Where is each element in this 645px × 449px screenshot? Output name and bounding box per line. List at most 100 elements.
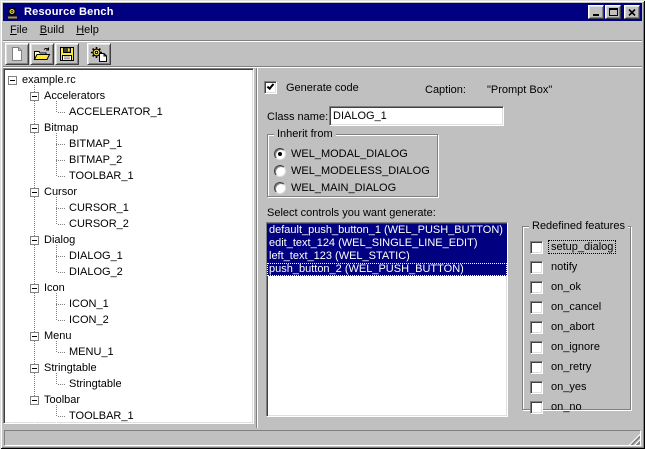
feature-notify[interactable]: notify bbox=[530, 257, 630, 277]
generate-code-checkbox[interactable] bbox=[264, 81, 277, 94]
tree-collapse-icon[interactable] bbox=[30, 188, 39, 197]
minimize-button[interactable] bbox=[588, 5, 604, 19]
feature-on-no[interactable]: on_no bbox=[530, 397, 630, 417]
resource-tree-panel[interactable]: example.rc Accelerators ACCELERATOR_1 Bitma… bbox=[3, 68, 254, 424]
control-list-item[interactable]: push_button_2 (WEL_PUSH_BUTTON) bbox=[267, 263, 507, 276]
redefined-features-group: Redefined features setup_dialognotifyon_… bbox=[522, 226, 631, 410]
tree-item-label[interactable]: Toolbar bbox=[42, 393, 82, 407]
tree-connector-line bbox=[56, 416, 65, 417]
tree-item-label[interactable]: BITMAP_1 bbox=[67, 137, 124, 151]
menu-file[interactable]: File bbox=[4, 22, 34, 39]
checkbox-icon[interactable] bbox=[530, 361, 543, 374]
tree-item-label[interactable]: ACCELERATOR_1 bbox=[67, 105, 165, 119]
tree-collapse-icon[interactable] bbox=[30, 332, 39, 341]
build-button[interactable] bbox=[87, 43, 111, 65]
tree-item-label[interactable]: ICON_1 bbox=[67, 297, 111, 311]
feature-on-retry[interactable]: on_retry bbox=[530, 357, 630, 377]
tree-item-label[interactable]: Accelerators bbox=[42, 89, 107, 103]
tree-item-toolbar[interactable]: Toolbar bbox=[30, 392, 253, 408]
checkbox-icon[interactable] bbox=[530, 301, 543, 314]
titlebar[interactable]: Resource Bench bbox=[3, 3, 642, 21]
control-list-item[interactable]: edit_text_124 (WEL_SINGLE_LINE_EDIT) bbox=[267, 237, 507, 250]
tree-item-menu-1[interactable]: MENU_1 bbox=[52, 344, 253, 360]
close-button[interactable] bbox=[624, 5, 640, 19]
tree-item-example-rc[interactable]: example.rc bbox=[8, 72, 253, 88]
tree-item-dialog[interactable]: Dialog bbox=[30, 232, 253, 248]
checkbox-icon[interactable] bbox=[530, 281, 543, 294]
new-file-button[interactable] bbox=[5, 43, 29, 65]
tree-item-label[interactable]: Dialog bbox=[42, 233, 77, 247]
tree-item-label[interactable]: Stringtable bbox=[42, 361, 99, 375]
tree-item-cursor-2[interactable]: CURSOR_2 bbox=[52, 216, 253, 232]
tree-item-label[interactable]: Menu bbox=[42, 329, 74, 343]
tree-item-bitmap-2[interactable]: BITMAP_2 bbox=[52, 152, 253, 168]
tree-item-label[interactable]: DIALOG_1 bbox=[67, 249, 125, 263]
tree-item-toolbar-1[interactable]: TOOLBAR_1 bbox=[52, 408, 253, 424]
tree-item-label[interactable]: TOOLBAR_1 bbox=[67, 409, 136, 423]
tree-item-menu[interactable]: Menu bbox=[30, 328, 253, 344]
splitter[interactable] bbox=[256, 68, 258, 428]
tree-item-bitmap[interactable]: Bitmap bbox=[30, 120, 253, 136]
checkbox-icon[interactable] bbox=[530, 261, 543, 274]
checkbox-icon[interactable] bbox=[530, 401, 543, 414]
checkbox-icon[interactable] bbox=[530, 321, 543, 334]
tree-item-bitmap-1[interactable]: BITMAP_1 bbox=[52, 136, 253, 152]
tree-item-label[interactable]: CURSOR_2 bbox=[67, 217, 131, 231]
tree-item-icon-1[interactable]: ICON_1 bbox=[52, 296, 253, 312]
control-list-item[interactable]: default_push_button_1 (WEL_PUSH_BUTTON) bbox=[267, 224, 507, 237]
tree-item-label[interactable]: TOOLBAR_1 bbox=[67, 169, 136, 183]
tree-item-icon-2[interactable]: ICON_2 bbox=[52, 312, 253, 328]
tree-item-label[interactable]: CURSOR_1 bbox=[67, 201, 131, 215]
tree-collapse-icon[interactable] bbox=[30, 396, 39, 405]
tree-item-accelerators[interactable]: Accelerators bbox=[30, 88, 253, 104]
tree-item-cursor[interactable]: Cursor bbox=[30, 184, 253, 200]
class-name-input[interactable] bbox=[329, 106, 504, 126]
tree-item-label[interactable]: Icon bbox=[42, 281, 67, 295]
tree-item-label[interactable]: ICON_2 bbox=[67, 313, 111, 327]
feature-on-ignore[interactable]: on_ignore bbox=[530, 337, 630, 357]
feature-on-abort[interactable]: on_abort bbox=[530, 317, 630, 337]
tree-collapse-icon[interactable] bbox=[30, 364, 39, 373]
tree-item-cursor-1[interactable]: CURSOR_1 bbox=[52, 200, 253, 216]
feature-on-cancel[interactable]: on_cancel bbox=[530, 297, 630, 317]
tree-item-dialog-2[interactable]: DIALOG_2 bbox=[52, 264, 253, 280]
tree-item-label[interactable]: Bitmap bbox=[42, 121, 80, 135]
controls-listbox[interactable]: default_push_button_1 (WEL_PUSH_BUTTON)e… bbox=[266, 222, 508, 417]
save-file-button[interactable] bbox=[55, 43, 79, 65]
tree-collapse-icon[interactable] bbox=[30, 236, 39, 245]
tree-item-label[interactable]: BITMAP_2 bbox=[67, 153, 124, 167]
tree-connector-line bbox=[56, 256, 65, 257]
tree-connector-line bbox=[56, 176, 65, 177]
generate-code-row[interactable]: Generate code bbox=[264, 81, 359, 94]
tree-collapse-icon[interactable] bbox=[30, 92, 39, 101]
radio-wel-modal-dialog[interactable]: WEL_MODAL_DIALOG bbox=[274, 145, 437, 162]
tree-collapse-icon[interactable] bbox=[30, 284, 39, 293]
feature-setup-dialog[interactable]: setup_dialog bbox=[530, 237, 630, 257]
checkbox-icon[interactable] bbox=[530, 381, 543, 394]
control-list-item[interactable]: left_text_123 (WEL_STATIC) bbox=[267, 250, 507, 263]
tree-collapse-icon[interactable] bbox=[30, 124, 39, 133]
menu-build[interactable]: Build bbox=[34, 22, 70, 39]
radio-wel-modeless-dialog[interactable]: WEL_MODELESS_DIALOG bbox=[274, 162, 437, 179]
maximize-button[interactable] bbox=[605, 5, 621, 19]
tree-item-label[interactable]: Stringtable bbox=[67, 377, 124, 391]
feature-on-yes[interactable]: on_yes bbox=[530, 377, 630, 397]
checkbox-icon[interactable] bbox=[530, 241, 543, 254]
tree-item-label[interactable]: MENU_1 bbox=[67, 345, 116, 359]
feature-on-ok[interactable]: on_ok bbox=[530, 277, 630, 297]
tree-item-label[interactable]: DIALOG_2 bbox=[67, 265, 125, 279]
tree-item-icon[interactable]: Icon bbox=[30, 280, 253, 296]
checkbox-icon[interactable] bbox=[530, 341, 543, 354]
tree-item-accelerator-1[interactable]: ACCELERATOR_1 bbox=[52, 104, 253, 120]
tree-item-stringtable[interactable]: Stringtable bbox=[52, 376, 253, 392]
generation-panel: Generate code Caption: "Prompt Box" Clas… bbox=[260, 68, 642, 428]
tree-item-stringtable[interactable]: Stringtable bbox=[30, 360, 253, 376]
tree-item-dialog-1[interactable]: DIALOG_1 bbox=[52, 248, 253, 264]
tree-collapse-icon[interactable] bbox=[8, 76, 17, 85]
tree-item-toolbar-1[interactable]: TOOLBAR_1 bbox=[52, 168, 253, 184]
menu-help[interactable]: Help bbox=[70, 22, 105, 39]
radio-wel-main-dialog[interactable]: WEL_MAIN_DIALOG bbox=[274, 179, 437, 196]
open-file-button[interactable] bbox=[30, 43, 54, 65]
tree-item-label[interactable]: Cursor bbox=[42, 185, 79, 199]
tree-item-label[interactable]: example.rc bbox=[20, 73, 78, 87]
